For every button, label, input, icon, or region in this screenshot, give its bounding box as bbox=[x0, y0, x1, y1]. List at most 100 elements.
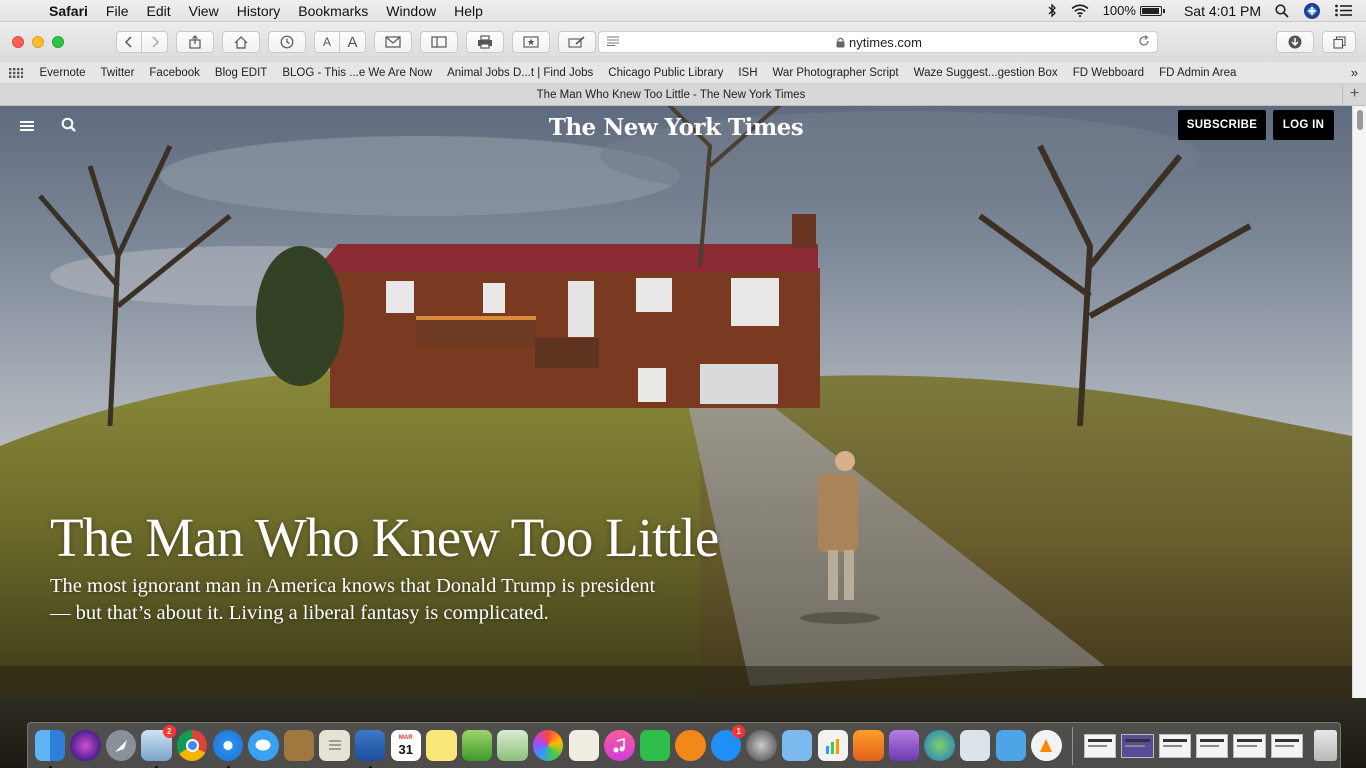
word-icon[interactable] bbox=[354, 730, 386, 768]
grid-apps-icon[interactable] bbox=[0, 67, 32, 78]
user-avatar-icon[interactable] bbox=[1303, 2, 1321, 20]
bookmark-item[interactable]: ISH bbox=[731, 67, 765, 79]
annotate-button[interactable] bbox=[558, 31, 596, 53]
app-store-icon[interactable]: 1 bbox=[710, 725, 746, 761]
minimized-window-thumbnail[interactable] bbox=[1158, 733, 1191, 758]
siri-icon[interactable] bbox=[70, 730, 101, 761]
launchpad-icon[interactable] bbox=[105, 730, 137, 761]
bookmark-item[interactable]: Evernote bbox=[32, 67, 93, 79]
scrollbar-thumb[interactable] bbox=[1357, 110, 1363, 130]
safari-toolbar: A A nytimes.com bbox=[0, 22, 1366, 62]
clock-icon bbox=[280, 35, 294, 49]
close-window-button[interactable] bbox=[12, 36, 24, 48]
bookmark-item[interactable]: Twitter bbox=[93, 67, 142, 79]
minimize-window-button[interactable] bbox=[32, 36, 44, 48]
sidebar-button[interactable] bbox=[420, 31, 458, 53]
finder-icon[interactable] bbox=[34, 730, 65, 768]
battery-icon[interactable] bbox=[1139, 5, 1165, 16]
tab-active-title[interactable]: The Man Who Knew Too Little - The New Yo… bbox=[0, 89, 1342, 101]
preview-icon[interactable]: 2 bbox=[141, 725, 176, 768]
menu-clock[interactable]: Sat 4:01 PM bbox=[1184, 3, 1261, 19]
print-button[interactable] bbox=[466, 31, 504, 53]
notes-icon[interactable] bbox=[568, 730, 599, 761]
people-icon[interactable] bbox=[995, 730, 1027, 761]
home-button[interactable] bbox=[222, 31, 260, 53]
trash-icon[interactable] bbox=[1313, 730, 1338, 761]
bookmark-item[interactable]: FD Webboard bbox=[1065, 67, 1151, 79]
menu-history[interactable]: History bbox=[228, 0, 290, 22]
stickies-icon[interactable] bbox=[426, 730, 457, 761]
wifi-icon[interactable] bbox=[1071, 4, 1089, 17]
menu-edit[interactable]: Edit bbox=[137, 0, 179, 22]
fullscreen-window-button[interactable] bbox=[52, 36, 64, 48]
bookmark-item[interactable]: Chicago Public Library bbox=[601, 67, 731, 79]
minimized-window-thumbnail[interactable] bbox=[1270, 733, 1304, 758]
email-button[interactable] bbox=[374, 31, 412, 53]
downloads-button[interactable] bbox=[1276, 31, 1314, 53]
calendar-icon[interactable]: MAR 31 bbox=[390, 730, 421, 761]
bookmark-item[interactable]: BLOG - This ...e We Are Now bbox=[275, 67, 440, 79]
nyt-logo[interactable]: The New York Times bbox=[0, 114, 1352, 141]
system-preferences-icon[interactable] bbox=[746, 730, 777, 761]
numbers-icon[interactable] bbox=[817, 730, 849, 761]
url-field[interactable]: nytimes.com bbox=[627, 35, 1131, 50]
bluetooth-icon[interactable] bbox=[1047, 3, 1057, 18]
menu-window[interactable]: Window bbox=[377, 0, 445, 22]
new-tab-button[interactable]: + bbox=[1342, 83, 1366, 106]
minimized-window-thumbnail[interactable] bbox=[1121, 733, 1154, 758]
vlc-icon[interactable] bbox=[1031, 730, 1062, 761]
facetime-icon[interactable] bbox=[639, 730, 671, 761]
home-icon bbox=[234, 35, 248, 49]
menu-help[interactable]: Help bbox=[445, 0, 492, 22]
itunes-icon[interactable] bbox=[604, 730, 635, 761]
history-button[interactable] bbox=[268, 31, 306, 53]
back-button[interactable] bbox=[116, 31, 142, 53]
reader-view-icon[interactable] bbox=[599, 35, 627, 49]
maps-icon[interactable] bbox=[497, 730, 528, 761]
bookmarks-overflow-button[interactable]: » bbox=[1351, 65, 1366, 80]
keynote-icon[interactable] bbox=[782, 730, 813, 761]
messages-icon[interactable] bbox=[248, 730, 279, 761]
photos-icon[interactable] bbox=[532, 730, 564, 761]
download-icon bbox=[1288, 35, 1302, 49]
bookmark-item[interactable]: Blog EDIT bbox=[207, 67, 274, 79]
bookmark-item[interactable]: Facebook bbox=[142, 67, 208, 79]
onenote-icon[interactable] bbox=[888, 730, 920, 761]
navigation-buttons bbox=[116, 31, 168, 53]
bookmark-item[interactable]: Waze Suggest...gestion Box bbox=[906, 67, 1065, 79]
menu-view[interactable]: View bbox=[180, 0, 228, 22]
ibooks-icon[interactable] bbox=[675, 730, 706, 761]
file-browser-icon[interactable] bbox=[960, 730, 991, 761]
bookmark-item[interactable]: FD Admin Area bbox=[1152, 67, 1244, 79]
lock-icon bbox=[836, 37, 845, 47]
chrome-icon[interactable] bbox=[176, 730, 208, 761]
menu-app-name[interactable]: Safari bbox=[40, 0, 97, 22]
page-scrollbar[interactable] bbox=[1352, 106, 1366, 698]
minimized-window-thumbnail[interactable] bbox=[1083, 733, 1117, 758]
pages-icon[interactable] bbox=[853, 730, 884, 761]
minimized-window-thumbnail[interactable] bbox=[1195, 733, 1229, 758]
forward-button[interactable] bbox=[142, 31, 168, 53]
printer-icon bbox=[478, 35, 492, 49]
notes-list-icon[interactable] bbox=[319, 730, 350, 761]
reload-button[interactable] bbox=[1131, 34, 1157, 50]
login-button[interactable]: LOG IN bbox=[1273, 110, 1334, 140]
menu-file[interactable]: File bbox=[97, 0, 138, 22]
spotlight-icon[interactable] bbox=[1275, 3, 1289, 18]
globe-network-icon[interactable] bbox=[924, 730, 955, 761]
bookmark-item[interactable]: War Photographer Script bbox=[765, 67, 906, 79]
evernote-icon[interactable] bbox=[461, 730, 493, 761]
address-bar[interactable]: nytimes.com bbox=[598, 31, 1158, 53]
safari-icon[interactable] bbox=[212, 730, 243, 768]
notification-center-icon[interactable] bbox=[1335, 4, 1352, 17]
bookmark-item[interactable]: Animal Jobs D...t | Find Jobs bbox=[440, 67, 601, 79]
menu-bookmarks[interactable]: Bookmarks bbox=[289, 0, 377, 22]
share-button[interactable] bbox=[176, 31, 214, 53]
text-smaller-button[interactable]: A bbox=[314, 31, 340, 53]
minimized-window-thumbnail[interactable] bbox=[1233, 733, 1266, 758]
contacts-icon[interactable] bbox=[283, 730, 315, 761]
subscribe-button[interactable]: SUBSCRIBE bbox=[1178, 110, 1266, 140]
tab-overview-button[interactable] bbox=[1322, 31, 1356, 53]
text-larger-button[interactable]: A bbox=[340, 31, 366, 53]
bookmark-button[interactable] bbox=[512, 31, 550, 53]
